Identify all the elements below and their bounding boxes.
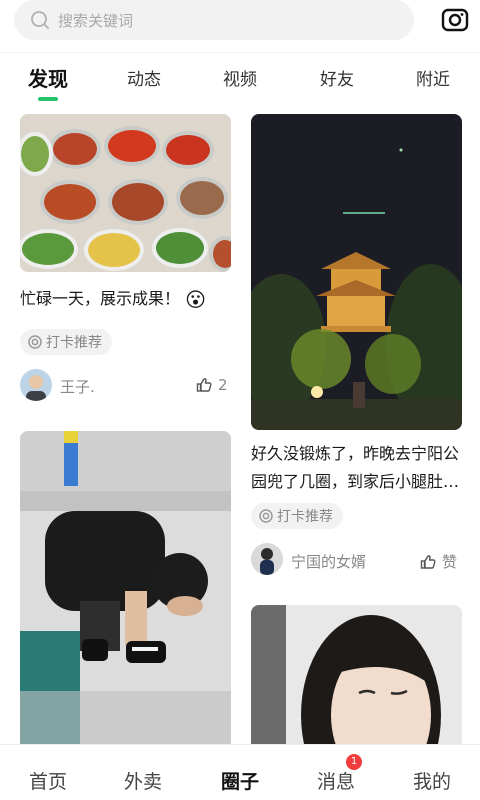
post-caption: 好久没锻炼了，昨晚去宁阳公园兜了几圈，到家后小腿肚… — [251, 444, 460, 491]
like-label: 赞 — [442, 553, 458, 571]
post-photo[interactable] — [20, 114, 231, 272]
avatar[interactable] — [20, 369, 52, 401]
child-photo — [20, 431, 231, 751]
tab-discover[interactable]: 发现 — [28, 63, 68, 92]
nav-home[interactable]: 首页 — [29, 767, 67, 794]
nav-messages[interactable]: 消息 — [317, 767, 355, 794]
nav-profile[interactable]: 我的 — [413, 767, 451, 794]
tag-chip[interactable]: 打卡推荐 — [251, 503, 343, 529]
nav-takeout[interactable]: 外卖 — [124, 767, 162, 794]
search-placeholder: 搜索关键词 — [58, 11, 134, 30]
like-button[interactable]: 2 — [196, 376, 228, 394]
bottom-navigation: 首页 外卖 圈子 消息 1 我的 — [0, 744, 480, 800]
search-input[interactable]: 搜索关键词 — [14, 0, 414, 40]
username[interactable]: 宁国的女婿 — [291, 551, 366, 572]
tab-video[interactable]: 视频 — [223, 65, 257, 90]
search-icon — [31, 11, 49, 29]
tag-chip[interactable]: 打卡推荐 — [20, 329, 112, 355]
target-icon — [259, 509, 273, 523]
like-button[interactable]: 赞 — [420, 551, 457, 572]
post-caption: 忙碌一天，展示成果！ — [20, 289, 181, 308]
camera-icon[interactable] — [440, 6, 470, 34]
like-count: 2 — [218, 376, 228, 394]
tab-friends[interactable]: 好友 — [320, 65, 354, 90]
nav-circle[interactable]: 圈子 — [221, 767, 259, 794]
selfie-photo — [251, 605, 462, 755]
top-bar: 搜索关键词 — [0, 0, 480, 44]
thumbs-up-icon — [196, 378, 212, 392]
unread-badge: 1 — [346, 754, 362, 770]
post-photo[interactable] — [20, 431, 231, 751]
username[interactable]: 王子. — [60, 376, 95, 397]
tag-label: 打卡推荐 — [277, 509, 333, 525]
thumbs-up-icon — [420, 554, 436, 569]
user-avatar-icon — [251, 543, 283, 575]
avatar[interactable] — [251, 543, 283, 575]
food-photo — [20, 114, 231, 272]
post-photo[interactable] — [251, 114, 462, 430]
tab-nearby[interactable]: 附近 — [416, 65, 450, 90]
target-icon — [28, 335, 42, 349]
night-pavilion-photo — [251, 114, 462, 430]
user-avatar-icon — [20, 369, 52, 401]
active-tab-indicator — [38, 97, 58, 101]
tag-label: 打卡推荐 — [46, 335, 102, 351]
post-photo[interactable] — [251, 605, 462, 755]
feed-tabs: 发现 动态 视频 好友 附近 — [0, 52, 480, 102]
tab-moments[interactable]: 动态 — [127, 65, 161, 90]
surprised-emoji-icon: 😮 — [185, 287, 206, 312]
